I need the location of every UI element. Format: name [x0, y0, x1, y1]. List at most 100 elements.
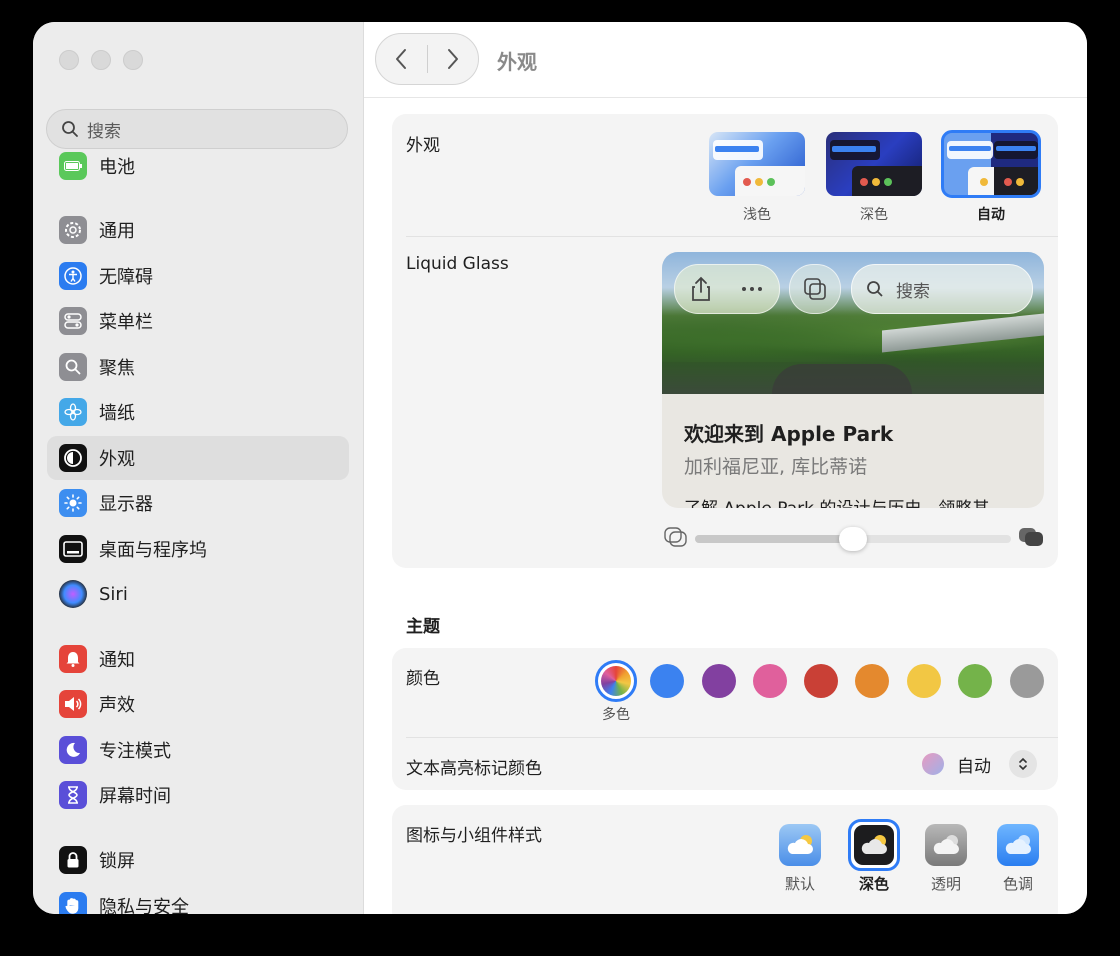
- liquid-glass-preview: 搜索 欢迎来到 Apple Park 加利福尼亚, 库比蒂诺 了解 Apple …: [662, 252, 1044, 508]
- glass-clear-icon: [664, 527, 687, 547]
- theme-section-title: 主题: [406, 617, 440, 637]
- chevron-left-icon: [396, 49, 407, 69]
- appearance-dark-caption: 深色: [860, 207, 888, 223]
- forward-button[interactable]: [427, 34, 478, 84]
- appearance-auto-caption: 自动: [977, 207, 1005, 223]
- appearance-label: 外观: [406, 136, 440, 156]
- glass-tabs-button[interactable]: [789, 264, 841, 314]
- icon-style-tinted[interactable]: [997, 824, 1039, 866]
- siri-icon: [59, 580, 87, 608]
- search-icon: [62, 121, 78, 137]
- focus-icon: [59, 736, 87, 764]
- appearance-auto-option[interactable]: [941, 130, 1041, 198]
- weather-icon: [933, 835, 959, 854]
- appearance-dark-option[interactable]: [826, 132, 922, 196]
- more-icon: [742, 287, 762, 291]
- sidebar-item-menubar[interactable]: 菜单栏: [47, 299, 349, 343]
- preview-title: 欢迎来到 Apple Park: [684, 422, 894, 446]
- glass-slider-fill: [695, 535, 853, 543]
- icon-style-dark[interactable]: [848, 819, 900, 871]
- minimize-window-button[interactable]: [91, 50, 111, 70]
- sidebar-item-wallpaper[interactable]: 墙纸: [47, 390, 349, 434]
- appearance-card: 外观 浅色 深色 自动 Liquid Glass 搜索 欢迎来到 Apple P…: [392, 114, 1058, 568]
- sidebar-item-desktop-dock[interactable]: 桌面与程序坞: [47, 527, 349, 571]
- theme-divider: [406, 737, 1058, 738]
- color-label: 颜色: [406, 669, 440, 689]
- color-swatch-multicolor[interactable]: [595, 660, 637, 702]
- highlight-color-dot: [922, 753, 944, 775]
- accessibility-icon: [59, 262, 87, 290]
- preview-subtitle: 加利福尼亚, 库比蒂诺: [684, 456, 868, 478]
- glass-slider[interactable]: [695, 527, 1011, 551]
- icon-style-default-caption: 默认: [784, 875, 815, 893]
- share-icon: [692, 276, 710, 301]
- privacy-icon: [59, 892, 87, 914]
- icon-style-dark-tile: [854, 825, 894, 865]
- chevron-right-icon: [447, 49, 458, 69]
- color-swatch-green[interactable]: [958, 664, 992, 698]
- glass-share-group[interactable]: [674, 264, 780, 314]
- wallpaper-icon: [59, 398, 87, 426]
- glass-slider-knob[interactable]: [839, 527, 867, 551]
- theme-card: 颜色 多色 文本高亮标记颜色 自动: [392, 648, 1058, 790]
- window-controls: [59, 50, 143, 70]
- glass-search-field[interactable]: 搜索: [851, 264, 1033, 314]
- color-swatch-graphite[interactable]: [1010, 664, 1044, 698]
- icon-style-dark-caption: 深色: [858, 875, 889, 893]
- highlight-color-label: 文本高亮标记颜色: [406, 759, 542, 779]
- settings-window: 搜索 电池 通用 无障碍 菜单栏 聚焦 墙纸 外观 显示器 桌面与程序坞 Sir…: [33, 22, 1087, 914]
- icon-style-tinted-caption: 色调: [1002, 875, 1033, 893]
- preview-body: 了解 Apple Park 的设计与历史，领略其: [684, 494, 989, 508]
- color-swatch-purple[interactable]: [702, 664, 736, 698]
- gear-icon: [59, 216, 87, 244]
- weather-icon: [861, 835, 887, 854]
- icon-style-card: 图标与小组件样式 默认 深色 透明 色调: [392, 805, 1058, 914]
- multicolor-caption: 多色: [602, 707, 630, 723]
- sidebar-item-spotlight[interactable]: 聚焦: [47, 345, 349, 389]
- sidebar-item-appearance[interactable]: 外观: [47, 436, 349, 480]
- tabs-icon: [804, 278, 826, 300]
- page-title: 外观: [497, 50, 537, 74]
- sidebar: 搜索 电池 通用 无障碍 菜单栏 聚焦 墙纸 外观 显示器 桌面与程序坞 Sir…: [33, 22, 364, 914]
- spotlight-icon: [59, 353, 87, 381]
- sound-icon: [59, 690, 87, 718]
- sidebar-item-siri[interactable]: Siri: [47, 572, 349, 616]
- sidebar-item-displays[interactable]: 显示器: [47, 481, 349, 525]
- close-window-button[interactable]: [59, 50, 79, 70]
- icon-style-clear[interactable]: [925, 824, 967, 866]
- appearance-icon: [59, 444, 87, 472]
- sidebar-item-accessibility[interactable]: 无障碍: [47, 254, 349, 298]
- appearance-divider: [406, 236, 1058, 237]
- notification-icon: [59, 645, 87, 673]
- color-swatch-yellow[interactable]: [907, 664, 941, 698]
- color-swatch-orange[interactable]: [855, 664, 889, 698]
- sidebar-search-field[interactable]: 搜索: [46, 109, 348, 149]
- display-icon: [59, 489, 87, 517]
- highlight-color-value: 自动: [957, 756, 991, 777]
- sidebar-item-focus[interactable]: 专注模式: [47, 728, 349, 772]
- back-button[interactable]: [376, 34, 427, 84]
- popup-stepper[interactable]: [1009, 750, 1037, 778]
- icon-style-default[interactable]: [779, 824, 821, 866]
- sidebar-item-notifications[interactable]: 通知: [47, 637, 349, 681]
- multicolor-fill: [601, 666, 631, 696]
- main-content: 外观 外观 浅色 深色 自动 Liquid Glass 搜索 欢迎来到 Appl…: [364, 22, 1087, 914]
- sidebar-item-battery[interactable]: 电池: [47, 144, 349, 188]
- sidebar-item-privacy[interactable]: 隐私与安全: [47, 884, 349, 914]
- color-swatch-red[interactable]: [804, 664, 838, 698]
- highlight-color-popup[interactable]: 自动: [922, 748, 1037, 780]
- sidebar-item-sound[interactable]: 声效: [47, 682, 349, 726]
- chevron-up-down-icon: [1019, 757, 1027, 771]
- sidebar-item-general[interactable]: 通用: [47, 208, 349, 252]
- color-swatch-pink[interactable]: [753, 664, 787, 698]
- zoom-window-button[interactable]: [123, 50, 143, 70]
- history-navigation: [375, 33, 479, 85]
- appearance-light-option[interactable]: [709, 132, 805, 196]
- icon-style-clear-caption: 透明: [930, 875, 961, 893]
- sidebar-item-screentime[interactable]: 屏幕时间: [47, 773, 349, 817]
- color-swatch-blue[interactable]: [650, 664, 684, 698]
- screentime-icon: [59, 781, 87, 809]
- menubar-icon: [59, 307, 87, 335]
- sidebar-item-lockscreen[interactable]: 锁屏: [47, 838, 349, 882]
- appearance-light-caption: 浅色: [743, 207, 771, 223]
